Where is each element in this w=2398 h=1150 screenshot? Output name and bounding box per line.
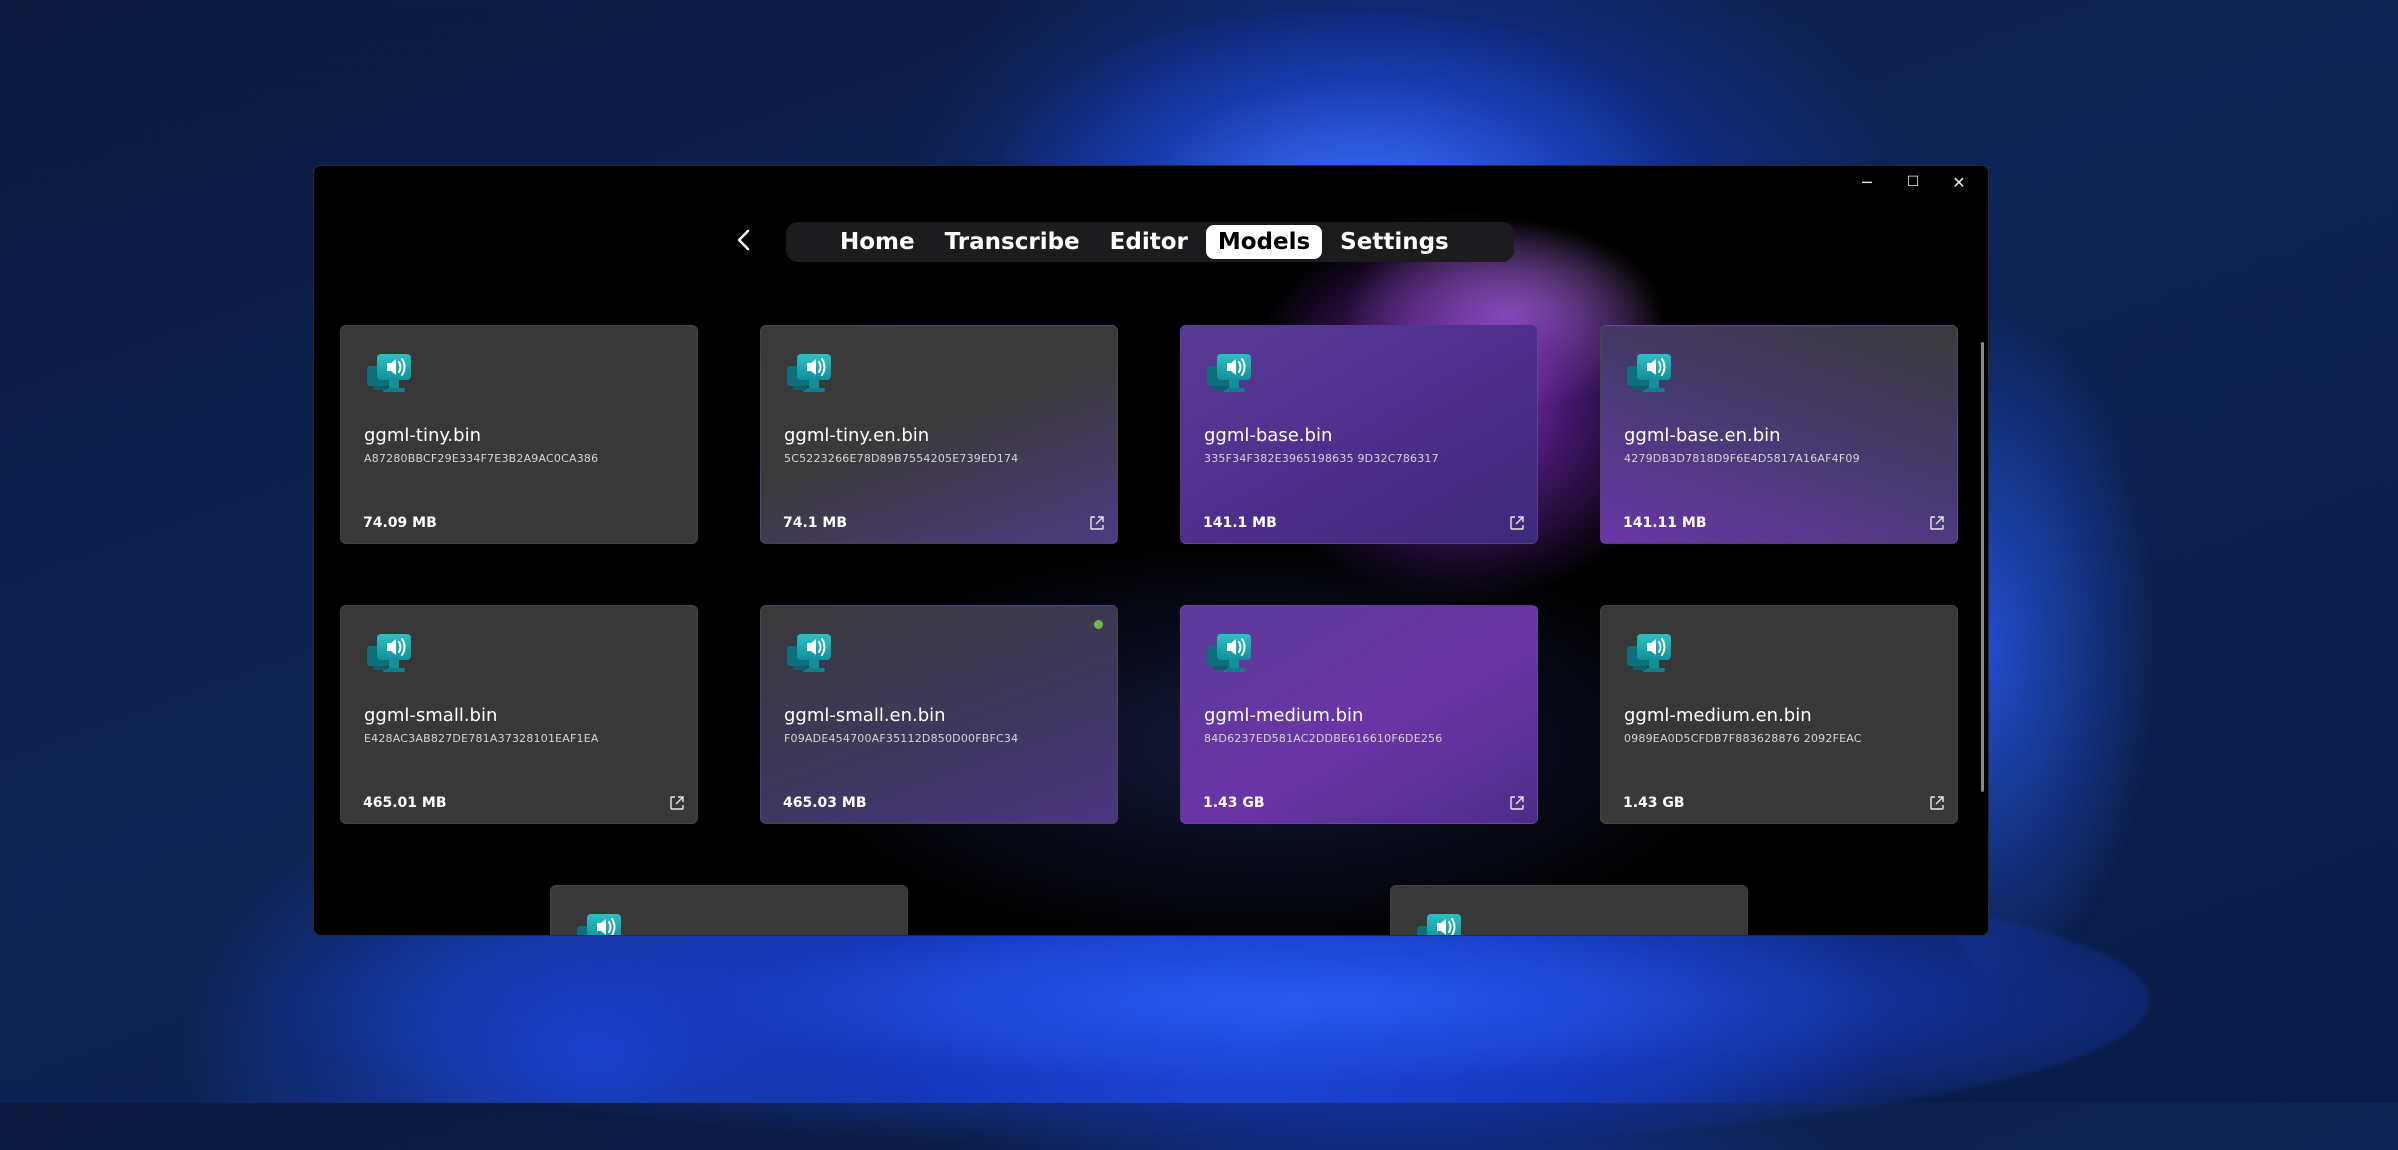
- speaker-monitor-icon: [1625, 352, 1675, 402]
- open-external-icon[interactable]: [1929, 515, 1945, 531]
- model-name: ggml-medium.bin: [1204, 705, 1364, 726]
- model-hash: 84D6237ED581AC2DDBE616610F6DE256: [1204, 732, 1443, 745]
- model-size: 1.43 GB: [1623, 795, 1685, 811]
- speaker-monitor-icon: [365, 632, 415, 682]
- tab-transcribe[interactable]: Transcribe: [933, 225, 1092, 259]
- open-external-icon[interactable]: [1509, 795, 1525, 811]
- model-name: ggml-tiny.en.bin: [784, 425, 930, 446]
- open-external-icon[interactable]: [669, 795, 685, 811]
- model-name: ggml-medium.en.bin: [1624, 705, 1812, 726]
- model-size: 465.01 MB: [363, 795, 447, 811]
- model-hash: 4279DB3D7818D9F6E4D5817A16AF4F09: [1624, 452, 1860, 465]
- tab-editor[interactable]: Editor: [1098, 225, 1200, 259]
- model-size: 74.09 MB: [363, 515, 437, 531]
- model-card[interactable]: ggml-base.bin 335F34F382E3965198635 9D32…: [1180, 325, 1538, 544]
- model-size: 141.1 MB: [1203, 515, 1277, 531]
- back-button[interactable]: [726, 222, 762, 258]
- model-card[interactable]: ggml-tiny.en.bin 5C5223266E78D89B7554205…: [760, 325, 1118, 544]
- model-card[interactable]: [550, 885, 908, 935]
- minimize-button[interactable]: ─: [1844, 166, 1890, 198]
- tab-models[interactable]: Models: [1205, 225, 1323, 259]
- model-hash: 335F34F382E3965198635 9D32C786317: [1204, 452, 1439, 465]
- maximize-button[interactable]: ☐: [1890, 166, 1936, 198]
- speaker-monitor-icon: [1625, 632, 1675, 682]
- model-name: ggml-small.bin: [364, 705, 498, 726]
- model-name: ggml-tiny.bin: [364, 425, 481, 446]
- model-card[interactable]: ggml-medium.en.bin 0989EA0D5CFDB7F883628…: [1600, 605, 1958, 824]
- speaker-monitor-icon: [1205, 352, 1255, 402]
- model-card[interactable]: [1390, 885, 1748, 935]
- selected-status-dot: [1094, 620, 1103, 629]
- model-hash: E428AC3AB827DE781A37328101EAF1EA: [364, 732, 599, 745]
- model-card[interactable]: ggml-tiny.bin A87280BBCF29E334F7E3B2A9AC…: [340, 325, 698, 544]
- model-size: 465.03 MB: [783, 795, 867, 811]
- model-card[interactable]: ggml-small.en.bin F09ADE454700AF35112D85…: [760, 605, 1118, 824]
- model-size: 141.11 MB: [1623, 515, 1707, 531]
- model-hash: A87280BBCF29E334F7E3B2A9AC0CA386: [364, 452, 599, 465]
- app-window: ─ ☐ ✕ Home Transcribe Editor Models Sett…: [313, 165, 1989, 936]
- vertical-scrollbar[interactable]: [1981, 342, 1984, 792]
- speaker-monitor-icon: [1205, 632, 1255, 682]
- model-name: ggml-base.bin: [1204, 425, 1333, 446]
- speaker-monitor-icon: [785, 632, 835, 682]
- model-size: 74.1 MB: [783, 515, 848, 531]
- open-external-icon[interactable]: [1929, 795, 1945, 811]
- tab-settings[interactable]: Settings: [1328, 225, 1461, 259]
- model-hash: 0989EA0D5CFDB7F883628876 2092FEAC: [1624, 732, 1862, 745]
- speaker-monitor-icon: [575, 912, 625, 935]
- speaker-monitor-icon: [1415, 912, 1465, 935]
- tab-home[interactable]: Home: [828, 225, 927, 259]
- model-card[interactable]: ggml-small.bin E428AC3AB827DE781A3732810…: [340, 605, 698, 824]
- model-hash: 5C5223266E78D89B7554205E739ED174: [784, 452, 1019, 465]
- model-name: ggml-small.en.bin: [784, 705, 946, 726]
- model-name: ggml-base.en.bin: [1624, 425, 1781, 446]
- nav-tab-bar: Home Transcribe Editor Models Settings: [786, 222, 1514, 262]
- open-external-icon[interactable]: [1089, 515, 1105, 531]
- model-card[interactable]: ggml-base.en.bin 4279DB3D7818D9F6E4D5817…: [1600, 325, 1958, 544]
- model-size: 1.43 GB: [1203, 795, 1265, 811]
- open-external-icon[interactable]: [1509, 515, 1525, 531]
- speaker-monitor-icon: [785, 352, 835, 402]
- speaker-monitor-icon: [365, 352, 415, 402]
- model-hash: F09ADE454700AF35112D850D00FBFC34: [784, 732, 1019, 745]
- model-card[interactable]: ggml-medium.bin 84D6237ED581AC2DDBE61661…: [1180, 605, 1538, 824]
- chevron-left-icon: [737, 229, 750, 251]
- close-button[interactable]: ✕: [1936, 166, 1982, 198]
